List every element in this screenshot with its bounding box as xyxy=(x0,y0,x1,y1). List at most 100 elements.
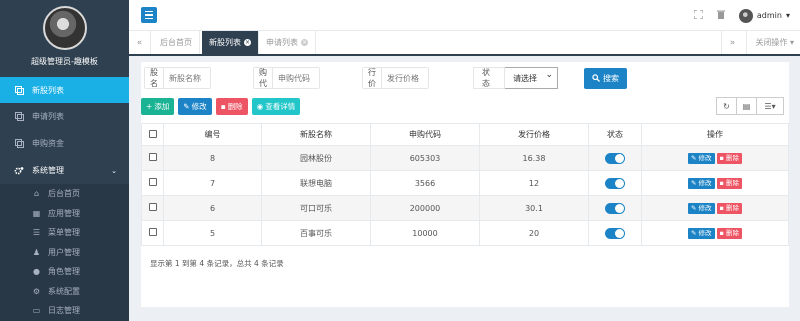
sidebar-item-label: 申购资金 xyxy=(32,139,64,148)
menu-icon: ☰ xyxy=(32,228,41,238)
column-header[interactable]: 状态 xyxy=(588,123,642,146)
row-delete-button[interactable]: ▪ 删除 xyxy=(716,177,742,189)
sidebar-subitem-apps[interactable]: ▦ 应用管理 xyxy=(0,204,129,224)
row-delete-button[interactable]: ▪ 删除 xyxy=(716,152,742,164)
trash-icon[interactable] xyxy=(716,10,725,21)
status-select[interactable]: 请选择 xyxy=(505,67,558,89)
row-edit-button[interactable]: ✎ 修改 xyxy=(688,227,715,239)
cell-status xyxy=(588,220,642,246)
sidebar-item-applications[interactable]: 申请列表 xyxy=(0,103,129,130)
edit-label: 修改 xyxy=(191,102,207,111)
sidebar-item-stock-list[interactable]: 新股列表 xyxy=(0,77,129,103)
close-operations-dropdown[interactable]: 关闭操作 ▾ xyxy=(746,31,800,54)
gears-icon xyxy=(14,166,24,176)
status-toggle[interactable] xyxy=(605,227,625,239)
tabs-forward-icon[interactable]: » xyxy=(721,31,743,54)
row-edit-button[interactable]: ✎ 修改 xyxy=(688,177,715,189)
column-header[interactable]: 编号 xyxy=(163,123,262,146)
chevron-down-icon: ⌄ xyxy=(111,166,117,175)
row-checkbox-cell xyxy=(141,145,164,171)
select-all-cell xyxy=(141,123,164,146)
sidebar-subitem-config[interactable]: ⚙ 系统配置 xyxy=(0,282,129,302)
sidebar-subitem-label: 菜单管理 xyxy=(48,228,80,238)
fullscreen-icon[interactable] xyxy=(693,9,704,21)
sidebar-subitem-label: 应用管理 xyxy=(48,208,80,218)
user-icon: ♟ xyxy=(32,247,41,257)
caret-down-icon: ▾ xyxy=(771,101,776,111)
close-icon[interactable]: × xyxy=(244,39,251,46)
sidebar: 超级管理员-趣模板 新股列表 申请列表 申购资金 系统管理 ⌄ ⌂ 后台首页 ▦ 应… xyxy=(0,0,129,321)
action-toolbar: + 添加 ✎ 修改 ▪ 删除 ◉ 查看详情 xyxy=(141,98,301,115)
row-checkbox[interactable] xyxy=(148,153,157,161)
avatar[interactable] xyxy=(42,6,87,50)
cell-name: 联想电脑 xyxy=(261,170,371,196)
column-header[interactable]: 新股名称 xyxy=(261,123,371,146)
add-label: 添加 xyxy=(154,102,170,111)
tab-stock-list[interactable]: 新股列表 × xyxy=(202,31,259,54)
status-toggle[interactable] xyxy=(605,152,625,164)
row-delete-button[interactable]: ▪ 删除 xyxy=(716,202,742,214)
menu-toggle-button[interactable] xyxy=(141,7,157,23)
tab-applications[interactable]: 申请列表 × xyxy=(259,31,316,54)
tabs-back-icon[interactable]: « xyxy=(129,31,151,54)
sidebar-subitem-home[interactable]: ⌂ 后台首页 xyxy=(0,184,129,204)
close-ops-label: 关闭操作 xyxy=(755,38,788,47)
status-filter: 状态 请选择 xyxy=(473,67,558,89)
toggle-view-icon[interactable]: ▤ xyxy=(736,97,757,115)
price-input[interactable] xyxy=(382,68,428,88)
add-button[interactable]: + 添加 xyxy=(141,98,175,115)
row-checkbox[interactable] xyxy=(148,178,157,186)
edit-button[interactable]: ✎ 修改 xyxy=(178,98,212,115)
cell-price: 30.1 xyxy=(479,195,589,221)
sidebar-subitem-roles[interactable]: ● 角色管理 xyxy=(0,262,129,282)
sidebar-item-system[interactable]: 系统管理 ⌄ xyxy=(0,157,129,184)
search-button-label: 搜索 xyxy=(603,74,619,83)
tab-home[interactable]: 后台首页 xyxy=(153,31,200,54)
list-icon xyxy=(14,112,24,122)
table-row[interactable]: 6 可口可乐 200000 30.1 ✎ 修改 ▪ 删除 xyxy=(141,195,789,221)
row-edit-button[interactable]: ✎ 修改 xyxy=(688,152,715,164)
sidebar-subitem-users[interactable]: ♟ 用户管理 xyxy=(0,243,129,263)
row-checkbox-cell xyxy=(141,220,164,246)
close-icon[interactable]: × xyxy=(301,39,308,46)
profile-username[interactable]: 超级管理员-趣模板 xyxy=(0,56,129,67)
stock-name-input[interactable] xyxy=(164,68,210,88)
cell-code: 605303 xyxy=(370,145,480,171)
row-checkbox[interactable] xyxy=(148,203,157,211)
cell-id: 8 xyxy=(163,145,262,171)
column-header[interactable]: 申购代码 xyxy=(370,123,480,146)
search-icon xyxy=(592,73,600,84)
eye-icon: ◉ xyxy=(256,102,264,111)
delete-button[interactable]: ▪ 删除 xyxy=(215,98,248,115)
gear-icon: ⚙ xyxy=(32,286,41,296)
sidebar-item-funds[interactable]: 申购资金 xyxy=(0,130,129,157)
cell-status xyxy=(588,170,642,196)
select-all-checkbox[interactable] xyxy=(148,129,157,138)
row-edit-label: 修改 xyxy=(698,153,712,162)
code-input[interactable] xyxy=(273,68,319,88)
user-menu[interactable]: admin ▾ xyxy=(738,8,790,23)
sidebar-subitem-logs[interactable]: ▭ 日志管理 xyxy=(0,301,129,321)
cell-actions: ✎ 修改 ▪ 删除 xyxy=(641,195,789,221)
search-button[interactable]: 搜索 xyxy=(584,68,627,89)
cell-id: 6 xyxy=(163,195,262,221)
refresh-icon[interactable]: ↻ xyxy=(716,97,737,115)
table-tools: ↻ ▤ ☰ ▾ xyxy=(716,97,784,115)
status-toggle[interactable] xyxy=(605,177,625,189)
row-checkbox-cell xyxy=(141,195,164,221)
columns-icon: ☰ xyxy=(764,101,772,111)
view-detail-button[interactable]: ◉ 查看详情 xyxy=(251,98,301,115)
row-checkbox[interactable] xyxy=(148,228,157,236)
user-name: admin xyxy=(756,11,782,20)
columns-dropdown[interactable]: ☰ ▾ xyxy=(756,97,784,115)
system-submenu: ⌂ 后台首页 ▦ 应用管理 ☰ 菜单管理 ♟ 用户管理 ● 角色管理 ⚙ 系统配置 ▭ 日志管… xyxy=(0,184,129,321)
table-row[interactable]: 5 百事可乐 10000 20 ✎ 修改 ▪ 删除 xyxy=(141,220,789,246)
sidebar-subitem-menus[interactable]: ☰ 菜单管理 xyxy=(0,223,129,243)
list-icon xyxy=(14,139,24,149)
status-toggle[interactable] xyxy=(605,202,625,214)
table-row[interactable]: 7 联想电脑 3566 12 ✎ 修改 ▪ 删除 xyxy=(141,170,789,196)
column-header[interactable]: 发行价格 xyxy=(479,123,589,146)
row-delete-button[interactable]: ▪ 删除 xyxy=(716,227,742,239)
table-row[interactable]: 8 园林股份 605303 16.38 ✎ 修改 ▪ 删除 xyxy=(141,145,789,171)
row-edit-button[interactable]: ✎ 修改 xyxy=(688,202,715,214)
